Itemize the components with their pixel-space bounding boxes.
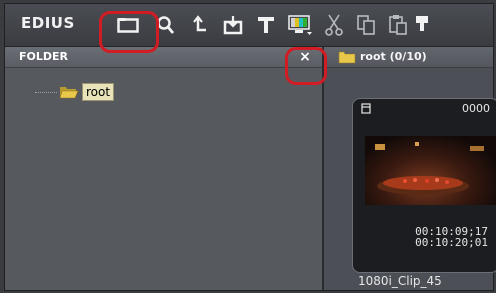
close-folder-panel-button[interactable]: ×: [296, 49, 314, 65]
folder-panel-header: FOLDER ×: [5, 47, 322, 68]
add-to-timeline-button[interactable]: [413, 10, 431, 40]
close-icon: ×: [299, 49, 311, 65]
search-icon: [157, 16, 175, 34]
clip-thumbnail-card[interactable]: 0000 00:10:09;17 00:10:20;01: [352, 98, 496, 273]
paste-button[interactable]: [383, 10, 413, 40]
scissors-icon: [325, 14, 343, 36]
folder-tree-item-label: root: [82, 83, 115, 101]
tree-connector: [35, 91, 57, 93]
copy-button[interactable]: [351, 10, 381, 40]
search-button[interactable]: [151, 10, 181, 40]
edius-logo: EDIUS: [21, 14, 75, 32]
clip-view-panel: root (0/10) 0000 00:10:09;17 00:10:20;01…: [324, 47, 496, 290]
open-clip-button[interactable]: [219, 10, 249, 40]
up-arrow-icon: [193, 15, 206, 32]
open-folder-icon: [59, 87, 79, 99]
folder-panel: FOLDER × root: [5, 47, 324, 290]
folder-outline-icon: [117, 18, 139, 33]
clip-timecodes: 00:10:09;17 00:10:20;01: [353, 226, 488, 248]
clip-preview-image: [365, 136, 496, 205]
clip-type-icon: [361, 102, 371, 114]
clip-preview-art: [375, 142, 484, 195]
clip-view-header: root (0/10): [324, 47, 493, 68]
insert-down-icon: [416, 16, 428, 31]
current-folder-path: root (0/10): [360, 50, 427, 63]
clip-name-label: 1080i_Clip_45: [358, 274, 442, 288]
add-title-button[interactable]: [251, 10, 281, 40]
open-clip-icon: [223, 16, 243, 35]
color-bar-icon: [288, 15, 312, 35]
bin-window: EDIUS FOLDER × root root (0/10) 0000 00:…: [4, 3, 496, 291]
folder-panel-title: FOLDER: [19, 50, 68, 63]
clip-number: 0000: [462, 101, 490, 115]
color-bar-button[interactable]: [285, 10, 315, 40]
new-folder-button[interactable]: [113, 10, 143, 40]
copy-icon: [357, 15, 375, 35]
clip-info-bar: 0000: [353, 99, 496, 117]
clip-out-timecode: 00:10:20;01: [415, 236, 488, 249]
cut-button[interactable]: [319, 10, 349, 40]
up-one-level-button[interactable]: [185, 10, 215, 40]
title-t-icon: [258, 17, 274, 33]
folder-icon: [338, 51, 356, 64]
paste-icon: [389, 15, 407, 35]
folder-tree-item-root[interactable]: root: [35, 83, 115, 101]
bin-toolbar: EDIUS: [5, 4, 493, 47]
